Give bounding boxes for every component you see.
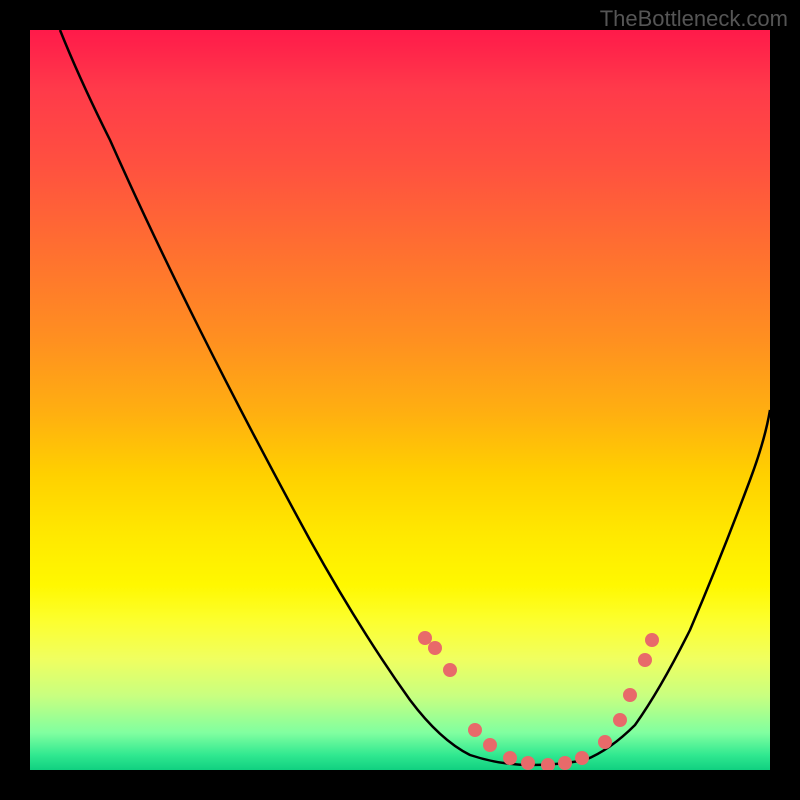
- data-marker: [645, 633, 659, 647]
- data-marker: [575, 751, 589, 765]
- watermark-text: TheBottleneck.com: [600, 6, 788, 32]
- data-marker: [623, 688, 637, 702]
- data-marker: [521, 756, 535, 770]
- data-marker: [468, 723, 482, 737]
- data-marker: [483, 738, 497, 752]
- data-marker: [418, 631, 432, 645]
- data-marker: [558, 756, 572, 770]
- chart-svg: [30, 30, 770, 770]
- data-marker: [613, 713, 627, 727]
- markers-group: [418, 631, 659, 770]
- data-marker: [443, 663, 457, 677]
- chart-container: TheBottleneck.com: [0, 0, 800, 800]
- data-marker: [638, 653, 652, 667]
- data-marker: [541, 758, 555, 770]
- data-marker: [598, 735, 612, 749]
- data-marker: [503, 751, 517, 765]
- bottleneck-curve-line: [60, 30, 770, 765]
- curve-group: [60, 30, 770, 765]
- data-marker: [428, 641, 442, 655]
